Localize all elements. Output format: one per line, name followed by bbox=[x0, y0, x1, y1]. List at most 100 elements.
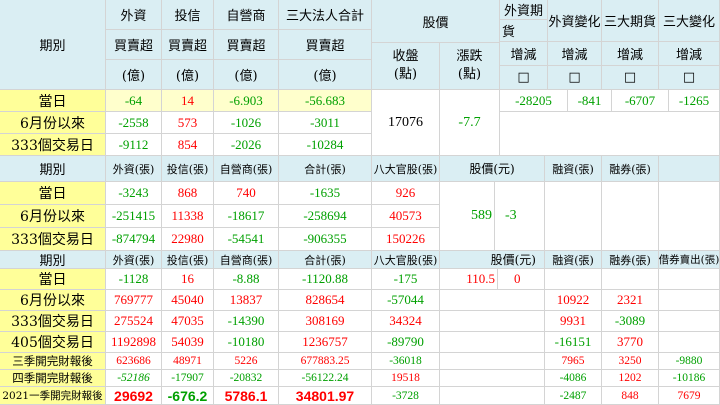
s3-row-label: 405個交易日 bbox=[0, 332, 106, 353]
s1-cell-dealer: -6.903 bbox=[214, 90, 279, 112]
trust-net-header: 買賣超 bbox=[162, 30, 214, 60]
s3-dealer-header: 自營商(張) bbox=[214, 251, 279, 269]
s1-row-label: 333個交易日 bbox=[0, 134, 106, 156]
s3-cell-margin: 10922 bbox=[545, 290, 602, 311]
s2-cell-eight: 926 bbox=[372, 182, 440, 205]
s3-cell-trust: -676.2 bbox=[162, 387, 214, 405]
s1-cell-total: -10284 bbox=[279, 134, 372, 156]
s2-margin-header: 融資(張) bbox=[545, 156, 602, 182]
s3-cell-foreign: 29692 bbox=[106, 387, 162, 405]
s3-row-label: 2021一季開完財報後 bbox=[0, 387, 106, 405]
s2-cell-dealer: -54541 bbox=[214, 228, 279, 251]
s3-row-label: 當日 bbox=[0, 269, 106, 290]
s3-cell-margin: 9931 bbox=[545, 311, 602, 332]
s1-cell-total: -56.683 bbox=[279, 90, 372, 112]
s3-cell-foreign: 275524 bbox=[106, 311, 162, 332]
s3-cell-eight: 19518 bbox=[372, 370, 440, 387]
dealer-net-header: 買賣超 bbox=[214, 30, 279, 60]
s3-cell-short: 3250 bbox=[602, 353, 659, 370]
foreign-unit: (億) bbox=[106, 60, 162, 90]
s3-cell-dealer: 5786.1 bbox=[214, 387, 279, 405]
s2-price-change-value: -3 bbox=[495, 182, 545, 251]
s3-cell-eight: -3728 bbox=[372, 387, 440, 405]
foreign-header: 外資 bbox=[106, 0, 162, 30]
s3-cell-borrow bbox=[659, 332, 720, 353]
s3-price-empty bbox=[440, 387, 545, 405]
s2-cell-trust: 868 bbox=[162, 182, 214, 205]
s3-cell-short: 3770 bbox=[602, 332, 659, 353]
s3-cell-margin: 7965 bbox=[545, 353, 602, 370]
s2-cell-trust: 22980 bbox=[162, 228, 214, 251]
s2-row-label: 6月份以來 bbox=[0, 205, 106, 228]
foreign-change-box: □ bbox=[548, 66, 602, 90]
s3-cell-total: -56122.24 bbox=[279, 370, 372, 387]
foreign-futures-incdec: 增減 bbox=[500, 42, 548, 66]
s2-short-header: 融券(張) bbox=[602, 156, 659, 182]
s3-cell-eight: -89790 bbox=[372, 332, 440, 353]
s3-cell-short: 848 bbox=[602, 387, 659, 405]
big3-futures-box: □ bbox=[602, 66, 659, 90]
foreign-change-value: -841 bbox=[568, 90, 612, 112]
big3-change-incdec: 增減 bbox=[659, 42, 720, 66]
s3-borrow-header: 借券賣出(張) bbox=[659, 251, 720, 269]
s3-eight-header: 八大官股(張) bbox=[372, 251, 440, 269]
s1-cell-foreign: -2558 bbox=[106, 112, 162, 134]
s2-cell-dealer: 740 bbox=[214, 182, 279, 205]
s3-cell-foreign: -52186 bbox=[106, 370, 162, 387]
s1-row-label: 6月份以來 bbox=[0, 112, 106, 134]
foreign-futures-value: -28205 bbox=[500, 90, 568, 112]
s1-cell-foreign: -9112 bbox=[106, 134, 162, 156]
s2-blank-header bbox=[659, 156, 720, 182]
s3-trust-header: 投信(張) bbox=[162, 251, 214, 269]
s3-cell-total: 308169 bbox=[279, 311, 372, 332]
change-label: 漲跌 bbox=[456, 49, 483, 65]
s3-cell-short: 1202 bbox=[602, 370, 659, 387]
s2-cell-foreign: -3243 bbox=[106, 182, 162, 205]
big3-futures-header: 三大期貨 bbox=[602, 0, 659, 42]
s3-cell-trust: 54039 bbox=[162, 332, 214, 353]
s3-period-header: 期別 bbox=[0, 251, 106, 269]
s3-cell-borrow: -9880 bbox=[659, 353, 720, 370]
s2-row-label: 當日 bbox=[0, 182, 106, 205]
s1-row-label: 當日 bbox=[0, 90, 106, 112]
s3-cell-margin: -16151 bbox=[545, 332, 602, 353]
s2-cell-trust: 11338 bbox=[162, 205, 214, 228]
s3-cell-dealer: 5226 bbox=[214, 353, 279, 370]
total-net-header: 買賣超 bbox=[279, 30, 372, 60]
s2-cell-total: -906355 bbox=[279, 228, 372, 251]
s3-cell-total: -1120.88 bbox=[279, 269, 372, 290]
s3-price-empty bbox=[440, 353, 545, 370]
foreign-futures-box: □ bbox=[500, 66, 548, 90]
total-header: 三大法人合計 bbox=[279, 0, 372, 30]
change-header: 漲跌 (點) bbox=[440, 43, 500, 90]
s3-price-empty bbox=[440, 370, 545, 387]
big3-futures-value: -6707 bbox=[612, 90, 669, 112]
s3-cell-margin: -2487 bbox=[545, 387, 602, 405]
change-unit: (點) bbox=[457, 67, 482, 82]
big3-change-box: □ bbox=[659, 66, 720, 90]
s1-cell-dealer: -1026 bbox=[214, 112, 279, 134]
s3-cell-dealer: -10180 bbox=[214, 332, 279, 353]
s3-cell-trust: -17907 bbox=[162, 370, 214, 387]
s3-cell-total: 828654 bbox=[279, 290, 372, 311]
s2-cell-total: -1635 bbox=[279, 182, 372, 205]
s3-cell-total: 1236757 bbox=[279, 332, 372, 353]
s3-cell-dealer: -14390 bbox=[214, 311, 279, 332]
s3-total-header: 合計(張) bbox=[279, 251, 372, 269]
foreign-futures-header-l1: 外資期 bbox=[500, 0, 548, 20]
s3-cell-dealer: -20832 bbox=[214, 370, 279, 387]
s2-eight-header: 八大官股(張) bbox=[372, 156, 440, 182]
s2-price-value: 589 bbox=[440, 182, 495, 251]
s3-cell-short bbox=[602, 269, 659, 290]
s2-period-header: 期別 bbox=[0, 156, 106, 182]
s2-cell-eight: 150226 bbox=[372, 228, 440, 251]
close-price-value: 17076 bbox=[372, 90, 440, 156]
s3-cell-margin: -4086 bbox=[545, 370, 602, 387]
s3-price-empty bbox=[440, 332, 545, 353]
s3-cell-foreign: 623686 bbox=[106, 353, 162, 370]
close-label: 收盤 bbox=[392, 49, 419, 65]
s3-cell-trust: 48971 bbox=[162, 353, 214, 370]
s3-cell-borrow: -10186 bbox=[659, 370, 720, 387]
s1-cell-dealer: -2026 bbox=[214, 134, 279, 156]
s2-short-empty bbox=[602, 182, 659, 251]
